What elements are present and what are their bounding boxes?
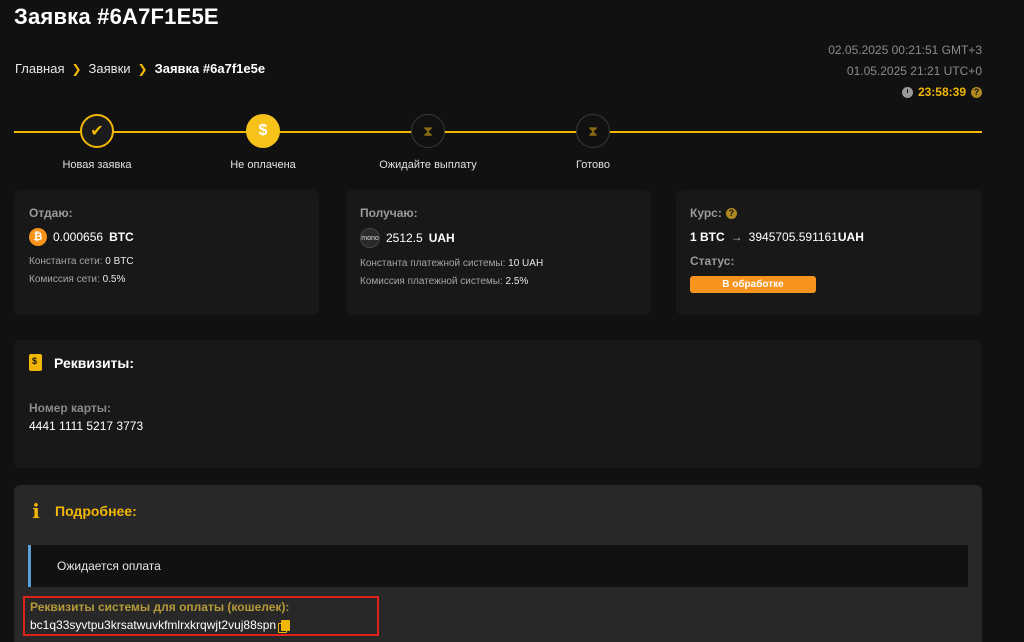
status-label: Статус: [690,254,735,268]
clock-icon [901,87,913,98]
help-icon[interactable]: ? [725,207,737,219]
network-const-label: Константа сети: [29,256,103,267]
network-const-value: 0 BTC [105,256,134,267]
page-title: Заявка #6A7F1E5E [14,4,219,29]
time-local: 02.05.2025 00:21:51 GMT+3 [828,43,982,57]
step-label: Ожидайте выплату [379,159,477,171]
wallet-highlight: Реквизиты системы для оплаты (кошелек): … [23,596,379,636]
payment-status-message: Ожидается оплата [28,545,968,587]
step-done: ⧗ Готово [513,114,673,171]
network-fee: Комиссия сети: 0.5% [29,274,304,285]
give-card: Отдаю: ₿ 0.000656 BTC Константа сети: 0 … [14,190,319,315]
requisites-title: Реквизиты: [54,354,135,371]
document-icon [29,354,42,371]
ps-const-label: Константа платежной системы: [360,258,506,269]
step-label: Новая заявка [62,159,132,171]
arrow-right-icon: → [730,230,743,244]
ps-fee-label: Комиссия платежной системы: [360,276,503,287]
details-card: i Подробнее: Ожидается оплата Реквизиты … [14,485,982,642]
network-fee-label: Комиссия сети: [29,274,100,285]
rate-row: 1 BTC → 3945705.591161UAH [690,230,968,244]
requisites-header: Реквизиты: [29,354,967,371]
rate-label-row: Курс: ? [690,206,968,220]
step-awaiting-payout: ⧗ Ожидайте выплату [348,114,508,171]
give-amount-row: ₿ 0.000656 BTC [29,228,304,246]
order-stepper: ✔ Новая заявка $ Не оплачена ⧗ Ожидайте … [14,114,982,174]
timer-value: 23:58:39 [917,85,966,99]
rate-to-value: 3945705.591161 [748,230,838,244]
receive-label: Получаю: [360,206,418,220]
check-icon: ✔ [80,114,114,148]
give-amount: 0.000656 [53,230,104,244]
rate-from: 1 BTC [690,230,725,244]
status-badge: В обработке [690,276,816,293]
step-label: Не оплачена [230,159,296,171]
rate-to-currency: UAH [837,230,864,244]
ps-const-value: 10 UAH [508,258,544,269]
bitcoin-icon: ₿ [29,228,47,246]
breadcrumb: Главная ❯ Заявки ❯ Заявка #6a7f1e5e [15,61,265,76]
countdown-timer: 23:58:39 ? [828,82,982,103]
timestamps: 02.05.2025 00:21:51 GMT+3 01.05.2025 21:… [828,40,982,103]
rate-card: Курс: ? 1 BTC → 3945705.591161UAH Статус… [676,190,982,315]
step-label: Готово [576,159,610,171]
receive-amount: 2512.5 [386,231,423,245]
monobank-icon: mono [360,228,380,248]
chevron-right-icon: ❯ [137,61,148,76]
receive-amount-row: mono 2512.5 UAH [360,228,637,248]
dollar-icon: $ [246,114,280,148]
step-unpaid: $ Не оплачена [183,114,343,171]
details-header: i Подробнее: [29,499,137,523]
give-currency: BTC [109,230,134,244]
step-new: ✔ Новая заявка [17,114,177,171]
breadcrumb-current: Заявка #6a7f1e5e [154,61,266,76]
receive-currency: UAH [428,231,455,245]
wallet-label: Реквизиты системы для оплаты (кошелек): [30,600,290,614]
help-icon[interactable]: ? [971,87,982,98]
breadcrumb-home[interactable]: Главная [15,61,64,76]
wallet-address[interactable]: bc1q33syvtpu3krsatwuvkfmlrxkrqwjt2vuj88s… [30,618,276,632]
time-utc: 01.05.2025 21:21 UTC+0 [846,64,982,78]
receive-card: Получаю: mono 2512.5 UAH Константа плате… [346,190,651,315]
network-const: Константа сети: 0 BTC [29,256,304,267]
chevron-right-icon: ❯ [71,61,82,76]
ps-fee-value: 2.5% [505,276,529,287]
network-fee-value: 0.5% [102,274,126,285]
ps-const: Константа платежной системы: 10 UAH [360,258,637,269]
copy-icon[interactable] [278,619,291,633]
card-number-label: Номер карты: [29,401,112,415]
ps-fee: Комиссия платежной системы: 2.5% [360,276,637,287]
give-label: Отдаю: [29,206,73,220]
info-icon: i [32,499,40,523]
hourglass-icon: ⧗ [411,114,445,148]
requisites-card: Реквизиты: Номер карты: 4441 1111 5217 3… [14,340,982,468]
card-number-value: 4441 1111 5217 3773 [29,419,144,433]
rate-label: Курс: [690,206,722,220]
details-title: Подробнее: [55,503,137,519]
hourglass-icon: ⧗ [576,114,610,148]
card-number-block: Номер карты: 4441 1111 5217 3773 [29,401,967,433]
wallet-address-row: bc1q33syvtpu3krsatwuvkfmlrxkrqwjt2vuj88s… [30,618,377,633]
breadcrumb-requests[interactable]: Заявки [89,61,131,76]
